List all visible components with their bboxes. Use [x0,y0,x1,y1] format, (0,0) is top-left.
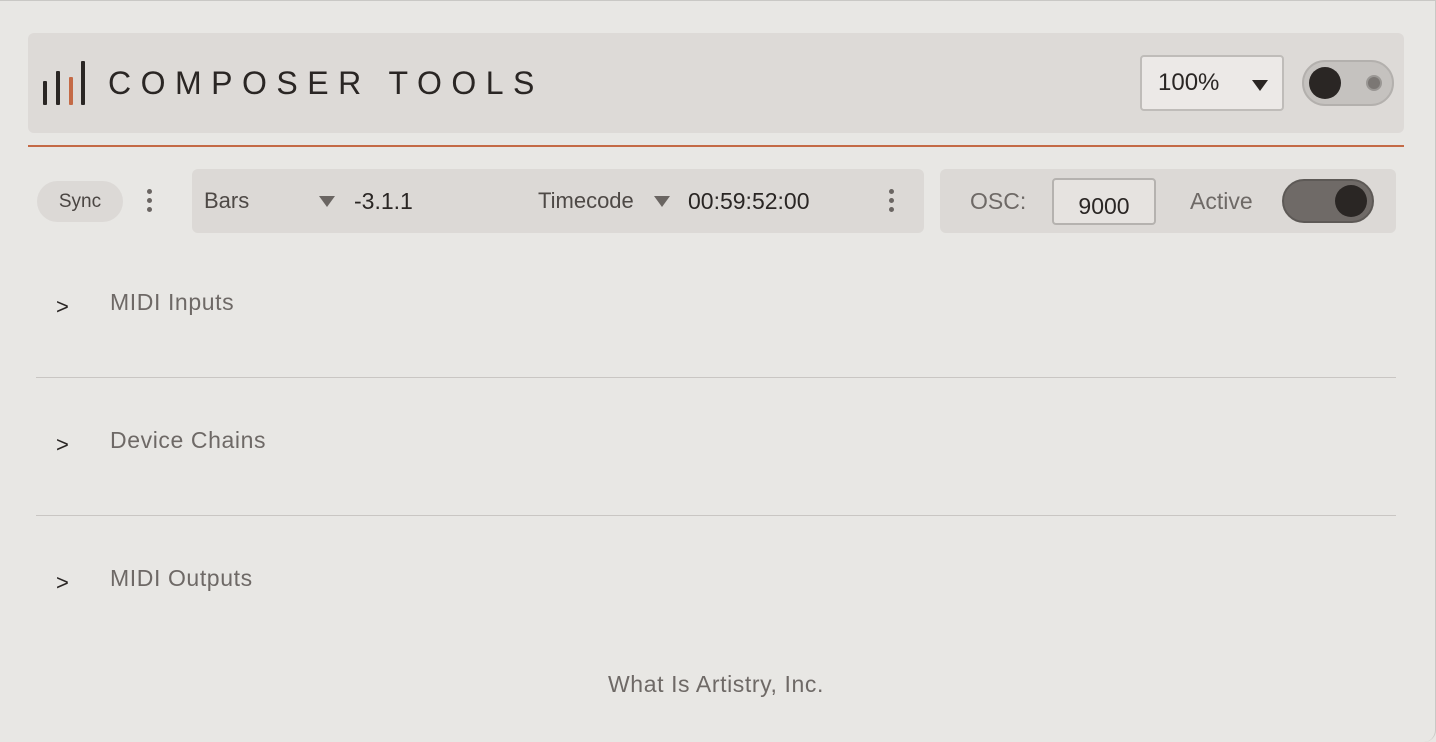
power-toggle[interactable] [1302,60,1394,106]
osc-label: OSC: [970,188,1027,214]
chevron-right-icon[interactable]: > [56,571,69,595]
toggle-knob [1335,185,1367,217]
zoom-value: 100% [1158,69,1220,96]
bars-logo-icon [43,61,87,105]
section-midi-inputs[interactable]: > MIDI Inputs [36,289,1396,329]
chevron-right-icon[interactable]: > [56,295,69,319]
app-title: COMPOSER TOOLS [108,65,544,101]
footer-company: What Is Artistry, Inc. [608,671,824,697]
section-divider [36,377,1396,378]
toggle-knob [1309,67,1341,99]
section-divider [36,515,1396,516]
position-mode-caret-icon[interactable] [319,196,335,207]
section-device-chains[interactable]: > Device Chains [36,427,1396,467]
section-midi-outputs[interactable]: > MIDI Outputs [36,565,1396,605]
section-title: MIDI Outputs [110,565,253,591]
time-mode-caret-icon[interactable] [654,196,670,207]
toggle-indicator [1366,75,1382,91]
chevron-right-icon[interactable]: > [56,433,69,457]
time-mode-select[interactable]: Timecode [538,189,634,213]
zoom-select[interactable]: 100% [1140,55,1284,111]
header-accent-divider [28,145,1404,147]
osc-panel: OSC: 9000 Active [940,169,1396,233]
section-title: Device Chains [110,427,267,453]
position-value: -3.1.1 [354,188,413,214]
transport-more-icon[interactable] [889,187,895,215]
osc-active-toggle[interactable] [1282,179,1374,223]
position-mode-select[interactable]: Bars [204,189,249,213]
caret-down-icon [1252,80,1268,91]
sync-button[interactable]: Sync [37,181,123,222]
app-header: COMPOSER TOOLS 100% [28,33,1404,133]
time-value: 00:59:52:00 [688,188,810,214]
sync-more-icon[interactable] [147,187,153,215]
osc-port-input[interactable]: 9000 [1052,178,1156,225]
section-title: MIDI Inputs [110,289,235,315]
transport-panel: Bars -3.1.1 Timecode 00:59:52:00 [192,169,924,233]
osc-active-label: Active [1190,188,1253,214]
